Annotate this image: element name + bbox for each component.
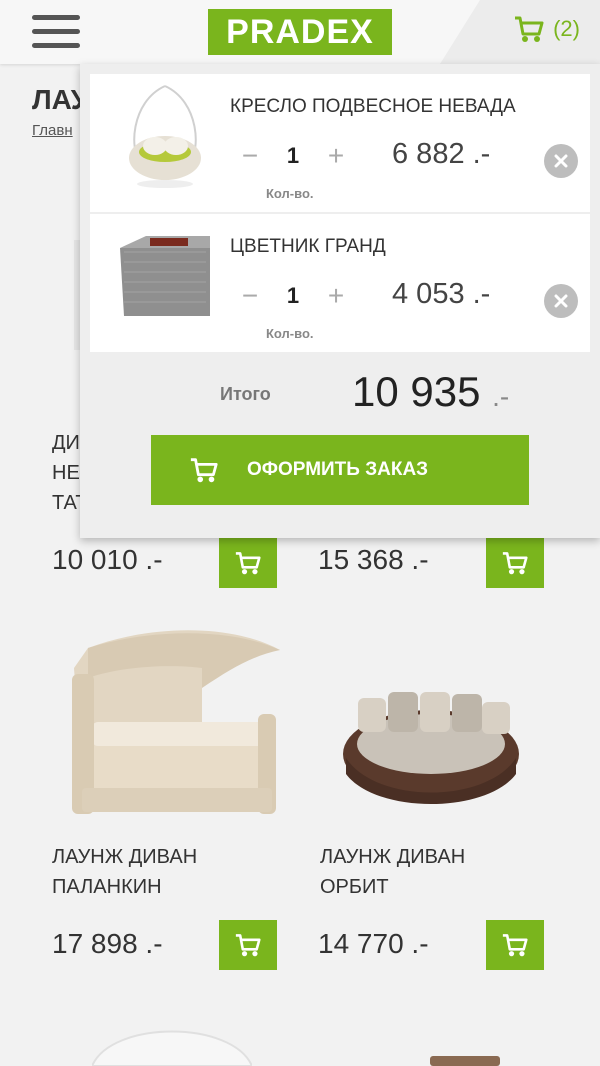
product-price: 17 898 .- — [52, 928, 163, 959]
total-value: 10 935 .- — [352, 368, 509, 416]
product-image-orbit[interactable] — [336, 684, 526, 814]
increment-button[interactable]: + — [324, 140, 348, 172]
quantity-label: Кол-во. — [266, 326, 314, 341]
add-to-cart-button[interactable] — [219, 920, 277, 970]
breadcrumb[interactable]: Главн — [32, 122, 73, 139]
product-image[interactable] — [420, 1050, 510, 1066]
header: PRADEX (2) — [0, 0, 600, 64]
increment-button[interactable]: + — [324, 280, 348, 312]
total-currency-suffix: .- — [492, 381, 510, 412]
cart-icon — [515, 16, 544, 42]
quantity-label: Кол-во. — [266, 186, 314, 201]
close-icon — [554, 294, 568, 308]
product-name-line[interactable]: ПАЛАНКИН — [52, 872, 292, 902]
header-cart-button[interactable]: (2) — [513, 14, 580, 44]
cart-item-price: 4 053 .- — [392, 278, 491, 310]
total-amount: 10 935 — [352, 368, 481, 415]
cart-icon — [235, 934, 261, 957]
decrement-button[interactable]: − — [238, 140, 262, 172]
hamburger-menu-icon[interactable] — [32, 15, 80, 49]
cart-popup: КРЕСЛО ПОДВЕСНОЕ НЕВАДА − 1 + Кол-во. 6 … — [80, 64, 600, 538]
product-image[interactable] — [92, 1010, 252, 1066]
decrement-button[interactable]: − — [238, 280, 262, 312]
quantity-value[interactable]: 1 — [287, 143, 299, 169]
quantity-value[interactable]: 1 — [287, 283, 299, 309]
cart-count: (2) — [553, 16, 580, 41]
cart-item: ЦВЕТНИК ГРАНД − 1 + Кол-во. 4 053 .- — [90, 214, 590, 352]
checkout-button[interactable]: ОФОРМИТЬ ЗАКАЗ — [151, 435, 529, 505]
cart-item: КРЕСЛО ПОДВЕСНОЕ НЕВАДА − 1 + Кол-во. 6 … — [90, 74, 590, 212]
product-price: 15 368 .- — [318, 544, 429, 575]
cart-icon — [235, 552, 261, 575]
cart-icon — [190, 458, 218, 483]
quantity-stepper: − 1 + — [238, 276, 348, 316]
quantity-stepper: − 1 + — [238, 136, 348, 176]
remove-item-button[interactable] — [544, 144, 578, 178]
add-to-cart-button[interactable] — [219, 538, 277, 588]
product-name-line[interactable]: ОРБИТ — [320, 872, 560, 902]
close-icon — [554, 154, 568, 168]
cart-item-name[interactable]: ЦВЕТНИК ГРАНД — [230, 236, 386, 258]
logo[interactable]: PRADEX — [208, 9, 392, 55]
product-price: 10 010 .- — [52, 544, 163, 575]
checkout-label: ОФОРМИТЬ ЗАКАЗ — [247, 459, 429, 480]
product-thumb-grand[interactable] — [110, 222, 220, 332]
total-label: Итого — [220, 384, 271, 404]
add-to-cart-button[interactable] — [486, 538, 544, 588]
product-price: 14 770 .- — [318, 928, 429, 959]
add-to-cart-button[interactable] — [486, 920, 544, 970]
product-card-name[interactable]: ЛАУНЖ ДИВАН ПАЛАНКИН — [52, 842, 292, 902]
product-thumb-nevada[interactable] — [110, 82, 220, 192]
product-card-name[interactable]: ЛАУНЖ ДИВАН ОРБИТ — [320, 842, 560, 902]
product-name-line[interactable]: ЛАУНЖ ДИВАН — [320, 842, 560, 872]
remove-item-button[interactable] — [544, 284, 578, 318]
cart-item-price: 6 882 .- — [392, 138, 491, 170]
product-image-palankin[interactable] — [62, 628, 282, 818]
cart-icon — [502, 934, 528, 957]
cart-icon — [502, 552, 528, 575]
product-name-line[interactable]: ЛАУНЖ ДИВАН — [52, 842, 292, 872]
cart-item-name[interactable]: КРЕСЛО ПОДВЕСНОЕ НЕВАДА — [230, 96, 516, 118]
